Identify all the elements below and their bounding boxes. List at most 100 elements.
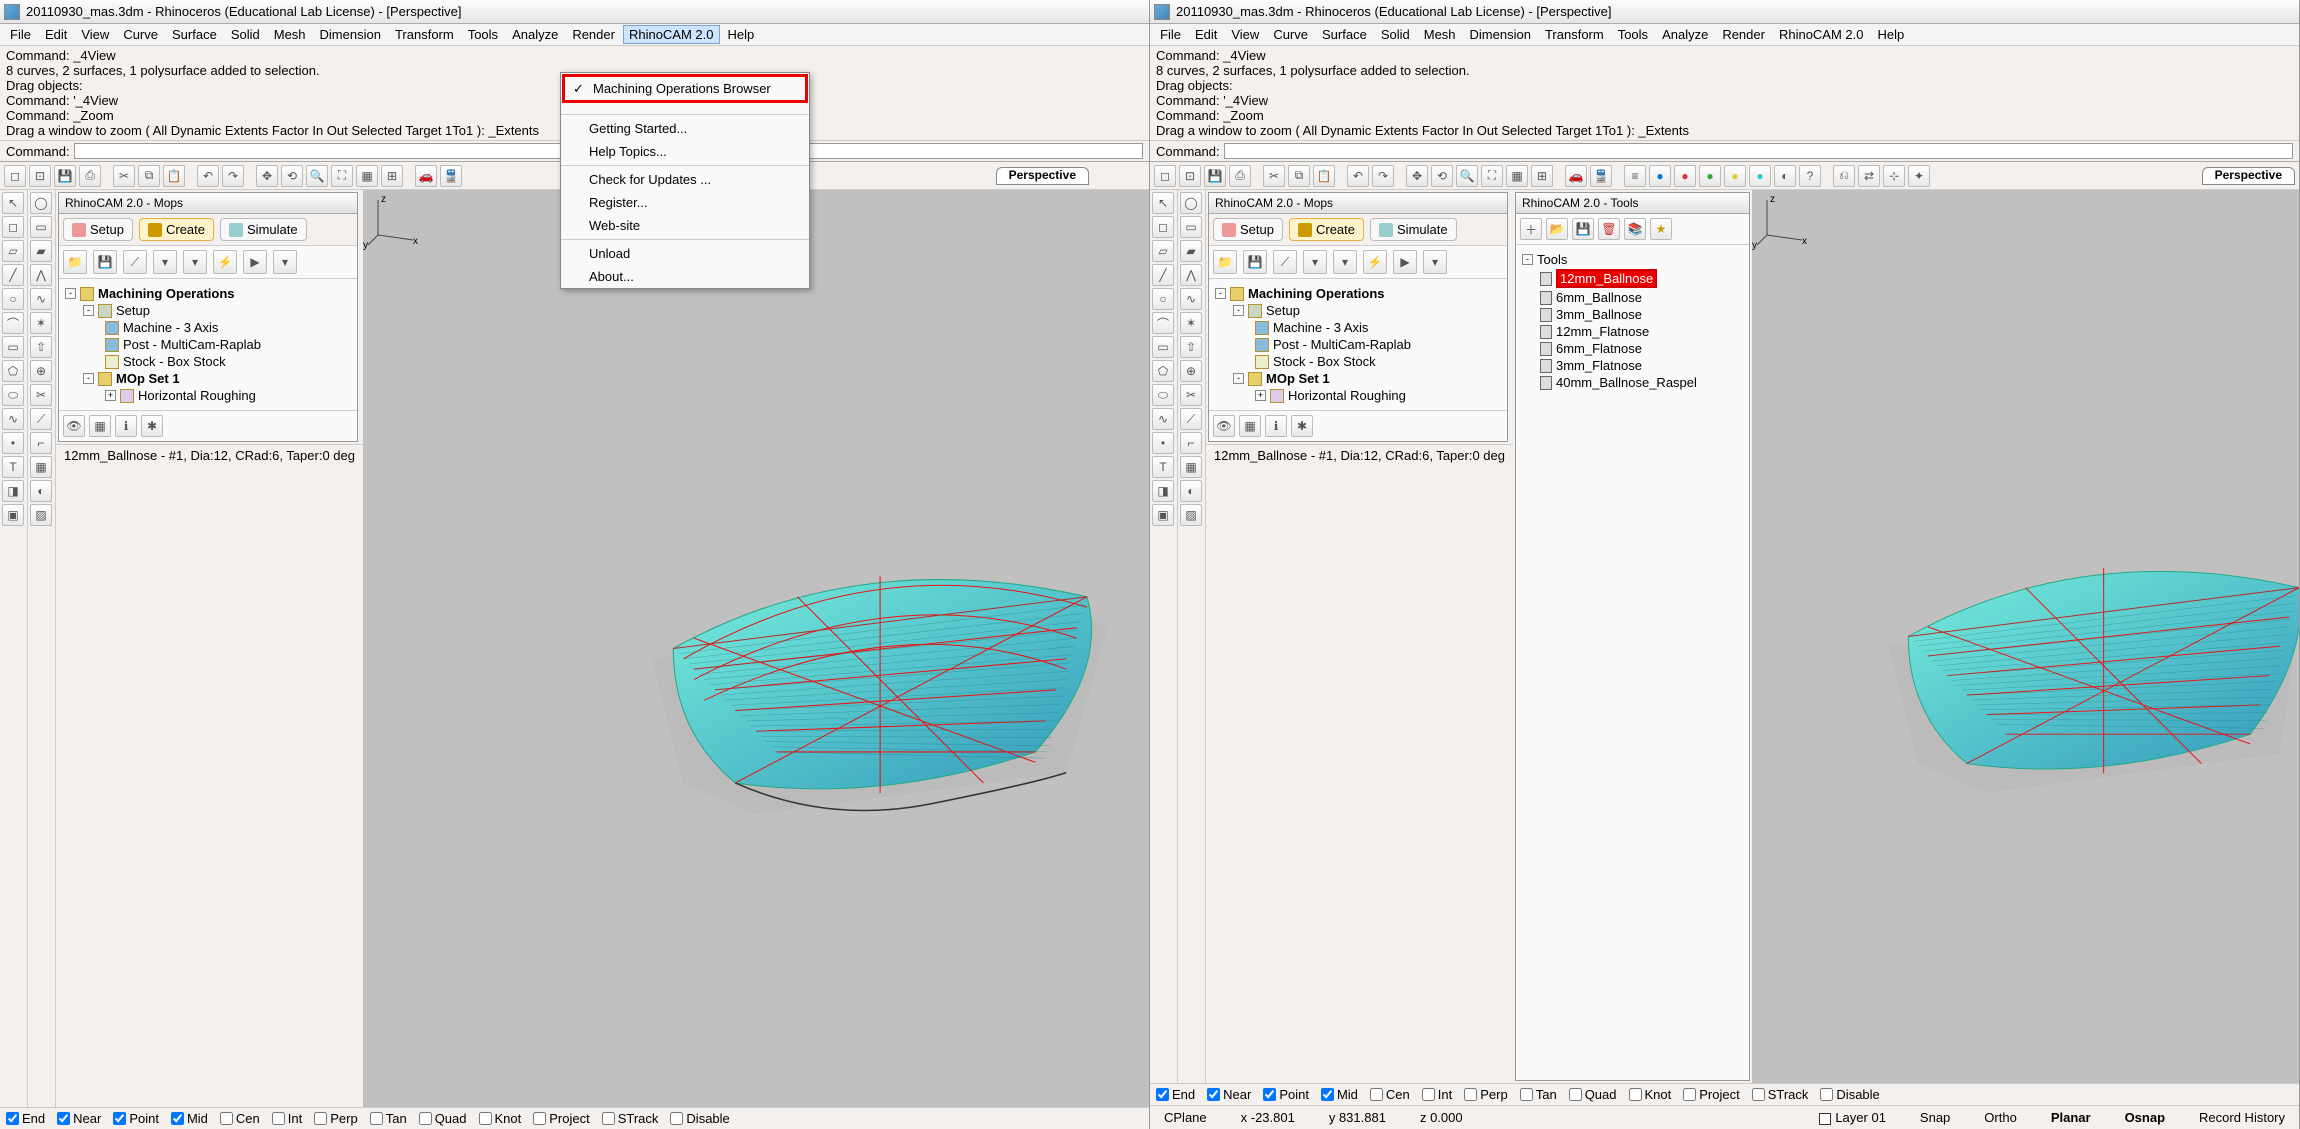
drop2-icon[interactable]: ▾: [183, 250, 207, 274]
grid-icon[interactable]: ▦: [89, 415, 111, 437]
cplane-icon[interactable]: ▱: [2, 240, 24, 262]
osnap-perp[interactable]: Perp: [1464, 1087, 1507, 1102]
ellipse-icon[interactable]: ⬭: [2, 384, 24, 406]
interpcrv-icon[interactable]: ∿: [30, 288, 52, 310]
menu-dimension[interactable]: Dimension: [1464, 25, 1537, 44]
menu-edit[interactable]: Edit: [39, 25, 73, 44]
tree-root[interactable]: Machining Operations: [1248, 286, 1385, 301]
osnap-quad[interactable]: Quad: [1569, 1087, 1617, 1102]
tool-open-icon[interactable]: 📂: [1546, 218, 1568, 240]
tool-item-40raspel[interactable]: 40mm_Ballnose_Raspel: [1522, 374, 1743, 391]
zoom-ext-icon[interactable]: ⛶: [331, 165, 353, 187]
bolt-icon[interactable]: ⚡: [213, 250, 237, 274]
tree-hrough[interactable]: Horizontal Roughing: [138, 388, 256, 403]
box-select-icon[interactable]: ◻: [1152, 216, 1174, 238]
osnap-tan[interactable]: Tan: [370, 1111, 407, 1126]
mops-tab-setup[interactable]: Setup: [1213, 218, 1283, 241]
planarsrf-icon[interactable]: ▰: [1180, 240, 1202, 262]
save2-icon[interactable]: 💾: [1243, 250, 1267, 274]
tool-lib-icon[interactable]: 📚: [1624, 218, 1646, 240]
mops-tab-create[interactable]: Create: [139, 218, 214, 241]
osnap-tan[interactable]: Tan: [1520, 1087, 1557, 1102]
viewport-tab-perspective[interactable]: Perspective: [996, 167, 1089, 185]
copy-icon[interactable]: ⧉: [138, 165, 160, 187]
toolw-icon[interactable]: ✦: [1908, 165, 1930, 187]
sphere2-icon[interactable]: ◐: [1774, 165, 1796, 187]
help-icon[interactable]: ?: [1799, 165, 1821, 187]
render-icon[interactable]: ◐: [1180, 480, 1202, 502]
menuitem-getting-started[interactable]: Getting Started...: [561, 117, 809, 140]
mops-tab-simulate[interactable]: Simulate: [220, 218, 307, 241]
copy-icon[interactable]: ⧉: [1288, 165, 1310, 187]
drop-icon[interactable]: ▾: [1303, 250, 1327, 274]
tree-post[interactable]: Post - MultiCam-Raplab: [1273, 337, 1411, 352]
menu-mesh[interactable]: Mesh: [1418, 25, 1462, 44]
redo-icon[interactable]: ↷: [222, 165, 244, 187]
menuitem-website[interactable]: Web-site: [561, 214, 809, 237]
save-icon[interactable]: 💾: [1204, 165, 1226, 187]
tool-item-3flat[interactable]: 3mm_Flatnose: [1522, 357, 1743, 374]
menu-edit[interactable]: Edit: [1189, 25, 1223, 44]
menu-rhinocam[interactable]: RhinoCAM 2.0: [1773, 25, 1870, 44]
left-toolbar-a[interactable]: ↖ ◻ ▱ ╱ ○ ⌒ ▭ ⬠ ⬭ ∿ • T ◨ ▣: [1150, 190, 1178, 1083]
menu-curve[interactable]: Curve: [117, 25, 164, 44]
menu-surface[interactable]: Surface: [166, 25, 223, 44]
lasso-icon[interactable]: ◯: [30, 192, 52, 214]
osnap-knot[interactable]: Knot: [1629, 1087, 1672, 1102]
circle-icon[interactable]: ○: [2, 288, 24, 310]
tree-machine[interactable]: Machine - 3 Axis: [123, 320, 218, 335]
osnap-cen[interactable]: Cen: [1370, 1087, 1410, 1102]
rect-icon[interactable]: ▭: [1152, 336, 1174, 358]
osnap-point[interactable]: Point: [113, 1111, 159, 1126]
tree-machine[interactable]: Machine - 3 Axis: [1273, 320, 1368, 335]
point-icon[interactable]: •: [2, 432, 24, 454]
mops-tab-create[interactable]: Create: [1289, 218, 1364, 241]
menu-tools[interactable]: Tools: [462, 25, 504, 44]
print-icon[interactable]: ⎙: [1229, 165, 1251, 187]
rhinocam-menu-dropdown[interactable]: Machining Operations Browser Getting Sta…: [560, 72, 810, 289]
menu-transform[interactable]: Transform: [389, 25, 460, 44]
light-cyan-icon[interactable]: ●: [1749, 165, 1771, 187]
play-icon[interactable]: ▶: [1393, 250, 1417, 274]
osnap-bar[interactable]: End Near Point Mid Cen Int Perp Tan Quad…: [0, 1107, 1149, 1129]
rotate-icon[interactable]: ⟲: [1431, 165, 1453, 187]
cut-icon[interactable]: ✂: [113, 165, 135, 187]
menu-render[interactable]: Render: [1716, 25, 1771, 44]
car-icon[interactable]: 🚗: [1565, 165, 1587, 187]
ellipse-icon[interactable]: ⬭: [1152, 384, 1174, 406]
menu-analyze[interactable]: Analyze: [506, 25, 564, 44]
menuitem-help-topics[interactable]: Help Topics...: [561, 140, 809, 163]
osnap-near[interactable]: Near: [1207, 1087, 1251, 1102]
status-snap[interactable]: Snap: [1912, 1110, 1958, 1125]
tooly-icon[interactable]: ⇄: [1858, 165, 1880, 187]
mops-panel[interactable]: RhinoCAM 2.0 - Mops Setup Create Simulat…: [58, 192, 358, 442]
planarsrf-icon[interactable]: ▰: [30, 240, 52, 262]
osnap-project[interactable]: Project: [533, 1111, 589, 1126]
zoom-ext-icon[interactable]: ⛶: [1481, 165, 1503, 187]
menuitem-unload[interactable]: Unload: [561, 242, 809, 265]
undo-icon[interactable]: ↶: [1347, 165, 1369, 187]
play-icon[interactable]: ▶: [243, 250, 267, 274]
menu-render[interactable]: Render: [566, 25, 621, 44]
polyline-icon[interactable]: ⋀: [30, 264, 52, 286]
status-osnap[interactable]: Osnap: [2117, 1110, 2173, 1125]
fillet-icon[interactable]: ⌐: [30, 432, 52, 454]
menu-rhinocam[interactable]: RhinoCAM 2.0: [623, 25, 720, 44]
render-icon[interactable]: ◐: [30, 480, 52, 502]
folder-icon[interactable]: 📁: [1213, 250, 1237, 274]
hatch-icon[interactable]: ▨: [30, 504, 52, 526]
layers-icon[interactable]: ≡: [1624, 165, 1646, 187]
menu-file[interactable]: File: [1154, 25, 1187, 44]
tools-tree[interactable]: -Tools 12mm_Ballnose 6mm_Ballnose 3mm_Ba…: [1516, 245, 1749, 1080]
zoom-icon[interactable]: 🔍: [1456, 165, 1478, 187]
tools-root[interactable]: Tools: [1537, 252, 1567, 267]
surface-icon[interactable]: ◨: [1152, 480, 1174, 502]
osnap-cen[interactable]: Cen: [220, 1111, 260, 1126]
text-icon[interactable]: T: [1152, 456, 1174, 478]
explode-icon[interactable]: ✶: [1180, 312, 1202, 334]
menuitem-check-updates[interactable]: Check for Updates ...: [561, 168, 809, 191]
lasso-icon[interactable]: ◯: [1180, 192, 1202, 214]
menu-view[interactable]: View: [75, 25, 115, 44]
light-yellow-icon[interactable]: ●: [1724, 165, 1746, 187]
tool-save-icon[interactable]: 💾: [1572, 218, 1594, 240]
